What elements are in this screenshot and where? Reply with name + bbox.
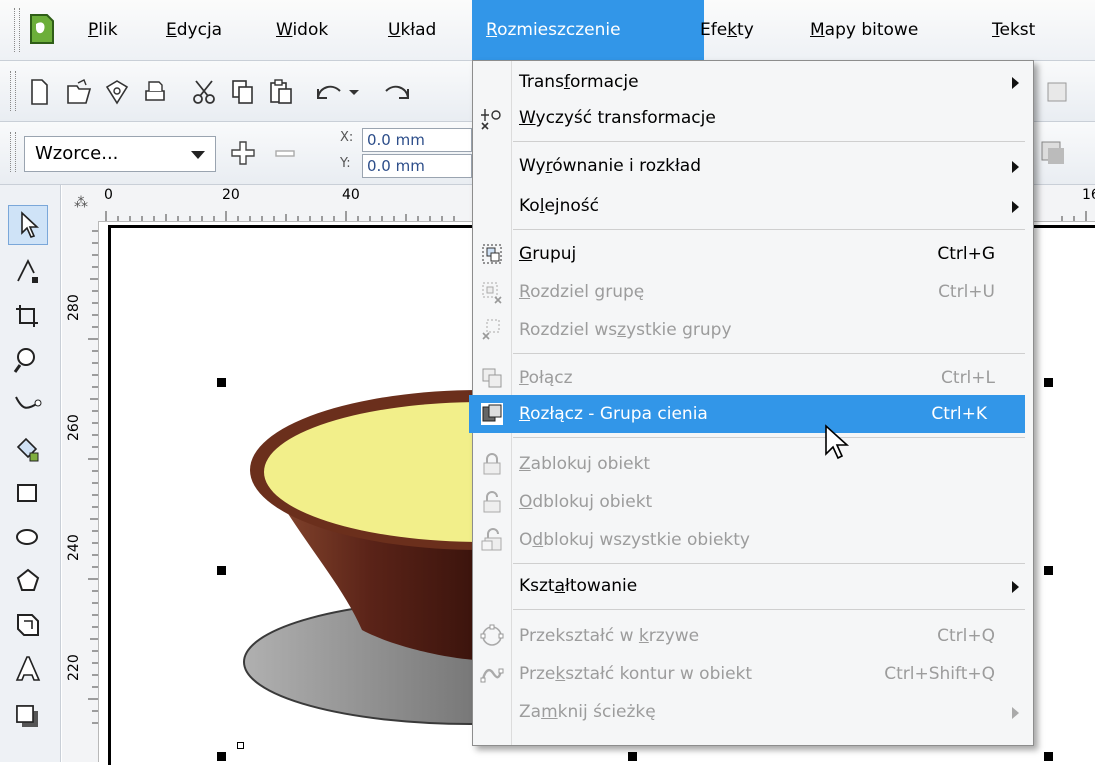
menu-item-label: Przekształć w krzywe bbox=[519, 626, 700, 646]
group-icon bbox=[482, 244, 502, 264]
submenu-arrow-icon bbox=[1012, 707, 1019, 719]
lock-icon bbox=[483, 453, 501, 475]
convert-curves-icon bbox=[480, 624, 504, 646]
menu-item-label: Wyrównanie i rozkład bbox=[519, 156, 702, 176]
rozmieszczenie-menu: Transformacje Wyczyść transformacje Wyró… bbox=[469, 60, 1034, 746]
mouse-cursor-icon bbox=[825, 424, 850, 460]
shortcut-ctrl-u: Ctrl+U bbox=[938, 282, 995, 302]
menu-item-label: Odblokuj obiekt bbox=[519, 492, 653, 512]
selection-handle[interactable] bbox=[217, 752, 226, 761]
break-apart-icon bbox=[481, 403, 503, 425]
menu-item-przeksztalc-w-krzywe[interactable]: Przekształć w krzywe Ctrl+Q bbox=[473, 617, 1033, 655]
menu-item-label: Połącz bbox=[519, 368, 573, 388]
selection-handle[interactable] bbox=[1044, 752, 1053, 761]
menu-item-label: Grupuj bbox=[519, 244, 577, 264]
menu-item-label: Kolejność bbox=[519, 196, 599, 216]
menu-separator bbox=[513, 609, 1025, 610]
menu-item-polacz[interactable]: Połącz Ctrl+L bbox=[473, 359, 1033, 397]
menu-item-label: Rozdziel wszystkie grupy bbox=[519, 320, 732, 340]
submenu-arrow-icon bbox=[1012, 161, 1019, 173]
menu-item-zamknij-sciezke[interactable]: Zamknij ścieżkę bbox=[473, 693, 1033, 731]
menu-item-label: Odblokuj wszystkie obiekty bbox=[519, 530, 750, 550]
menu-item-label: Wyczyść transformacje bbox=[519, 108, 716, 128]
selection-handle[interactable] bbox=[1044, 566, 1053, 575]
selection-handle[interactable] bbox=[628, 752, 637, 761]
menu-item-zablokuj-obiekt[interactable]: Zablokuj obiekt bbox=[473, 445, 1033, 483]
menu-item-label: Przekształć kontur w obiekt bbox=[519, 664, 753, 684]
menu-item-przeksztalc-kontur-w-obiekt[interactable]: Przekształć kontur w obiekt Ctrl+Shift+Q bbox=[473, 655, 1033, 693]
shortcut-ctrl-k: Ctrl+K bbox=[931, 404, 987, 424]
menu-separator bbox=[513, 563, 1025, 564]
menu-separator bbox=[513, 229, 1025, 230]
menu-item-label: Rozłącz - Grupa cienia bbox=[519, 404, 708, 424]
menu-item-rozdziel-grupe[interactable]: Rozdziel grupę Ctrl+U bbox=[473, 273, 1033, 311]
unlock-icon bbox=[483, 491, 501, 513]
menu-item-label: Zablokuj obiekt bbox=[519, 454, 651, 474]
menu-item-odblokuj-obiekt[interactable]: Odblokuj obiekt bbox=[473, 483, 1033, 521]
object-center-marker bbox=[237, 742, 244, 749]
menu-separator bbox=[513, 141, 1025, 142]
menu-item-rozdziel-wszystkie-grupy[interactable]: Rozdziel wszystkie grupy bbox=[473, 311, 1033, 349]
submenu-arrow-icon bbox=[1012, 201, 1019, 213]
ungroup-icon bbox=[482, 282, 502, 304]
menu-item-label: Zamknij ścieżkę bbox=[519, 702, 656, 722]
combine-icon bbox=[482, 368, 502, 388]
menu-item-label: Kształtowanie bbox=[519, 576, 638, 596]
shortcut-ctrl-g: Ctrl+G bbox=[937, 244, 995, 264]
menu-item-rozlacz-grupa-cienia[interactable]: Rozłącz - Grupa cienia Ctrl+K bbox=[469, 395, 1025, 433]
shortcut-ctrl-shift-q: Ctrl+Shift+Q bbox=[884, 664, 995, 684]
submenu-arrow-icon bbox=[1012, 581, 1019, 593]
menu-separator bbox=[513, 353, 1025, 354]
menu-separator bbox=[513, 437, 1025, 438]
unlock-all-icon bbox=[481, 528, 502, 551]
menu-item-label: Transformacje bbox=[519, 72, 639, 92]
ungroup-all-icon bbox=[482, 319, 500, 340]
selection-handle[interactable] bbox=[217, 378, 226, 387]
selection-handle[interactable] bbox=[217, 566, 226, 575]
shortcut-ctrl-q: Ctrl+Q bbox=[937, 626, 995, 646]
shortcut-ctrl-l: Ctrl+L bbox=[941, 368, 995, 388]
menu-item-label: Rozdziel grupę bbox=[519, 282, 645, 302]
clear-transform-icon bbox=[481, 109, 501, 130]
selection-handle[interactable] bbox=[1044, 378, 1053, 387]
submenu-arrow-icon bbox=[1012, 77, 1019, 89]
menu-item-grupuj[interactable]: Grupuj Ctrl+G bbox=[473, 235, 1033, 273]
menu-item-kolejnosc[interactable]: Kolejność bbox=[473, 187, 1033, 225]
menu-item-ksztaltowanie[interactable]: Kształtowanie bbox=[473, 567, 1033, 605]
menu-item-odblokuj-wszystkie-obiekty[interactable]: Odblokuj wszystkie obiekty bbox=[473, 521, 1033, 559]
menu-item-transformacje[interactable]: Transformacje bbox=[473, 63, 1033, 101]
outline-to-object-icon bbox=[480, 668, 504, 683]
menu-item-wyrownanie-i-rozklad[interactable]: Wyrównanie i rozkład bbox=[473, 147, 1033, 185]
menu-item-wyczysc-transformacje[interactable]: Wyczyść transformacje bbox=[473, 99, 1033, 137]
